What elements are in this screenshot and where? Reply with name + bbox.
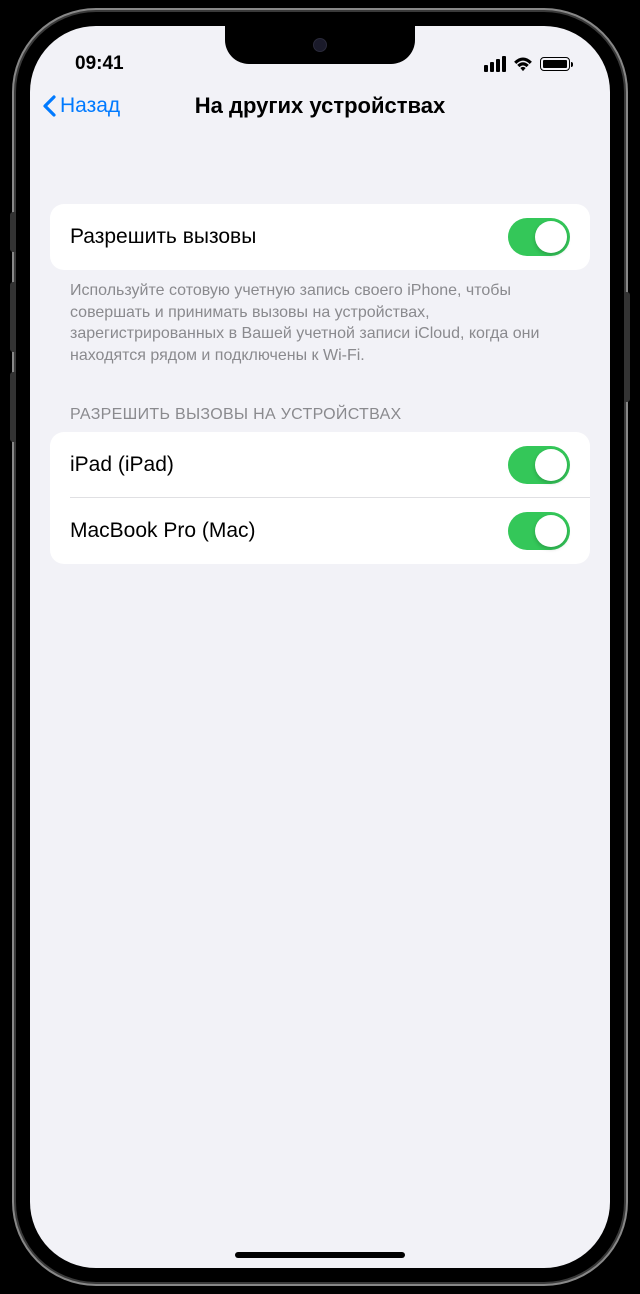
- device-label: MacBook Pro (Mac): [70, 519, 256, 543]
- back-button[interactable]: Назад: [42, 94, 120, 118]
- toggle-knob: [535, 515, 567, 547]
- allow-calls-footer: Используйте сотовую учетную запись своег…: [50, 270, 590, 366]
- device-row-macbook: MacBook Pro (Mac): [50, 498, 590, 564]
- devices-group: iPad (iPad) MacBook Pro (Mac): [50, 432, 590, 564]
- phone-frame: 09:41 Назад: [16, 12, 624, 1282]
- allow-calls-section: Разрешить вызовы Используйте сотовую уче…: [50, 204, 590, 366]
- battery-icon: [540, 57, 570, 71]
- devices-section: РАЗРЕШИТЬ ВЫЗОВЫ НА УСТРОЙСТВАХ iPad (iP…: [50, 406, 590, 564]
- phone-side-buttons-right: [624, 292, 630, 402]
- device-label: iPad (iPad): [70, 453, 174, 477]
- devices-section-header: РАЗРЕШИТЬ ВЫЗОВЫ НА УСТРОЙСТВАХ: [50, 406, 590, 432]
- back-label: Назад: [60, 94, 120, 118]
- allow-calls-group: Разрешить вызовы: [50, 204, 590, 270]
- toggle-knob: [535, 221, 567, 253]
- allow-calls-row: Разрешить вызовы: [50, 204, 590, 270]
- chevron-left-icon: [42, 95, 56, 117]
- device-toggle-macbook[interactable]: [508, 512, 570, 550]
- allow-calls-toggle[interactable]: [508, 218, 570, 256]
- screen: 09:41 Назад: [30, 26, 610, 1268]
- toggle-knob: [535, 449, 567, 481]
- home-indicator[interactable]: [235, 1252, 405, 1258]
- page-title: На других устройствах: [195, 93, 445, 119]
- navigation-bar: Назад На других устройствах: [30, 84, 610, 132]
- content-area: Разрешить вызовы Используйте сотовую уче…: [30, 204, 610, 564]
- status-icons: [484, 56, 570, 72]
- status-time: 09:41: [75, 53, 124, 75]
- allow-calls-label: Разрешить вызовы: [70, 225, 256, 249]
- cellular-signal-icon: [484, 56, 506, 72]
- device-toggle-ipad[interactable]: [508, 446, 570, 484]
- notch: [225, 26, 415, 64]
- phone-side-buttons-left: [10, 212, 16, 462]
- wifi-icon: [512, 56, 534, 72]
- device-row-ipad: iPad (iPad): [50, 432, 590, 498]
